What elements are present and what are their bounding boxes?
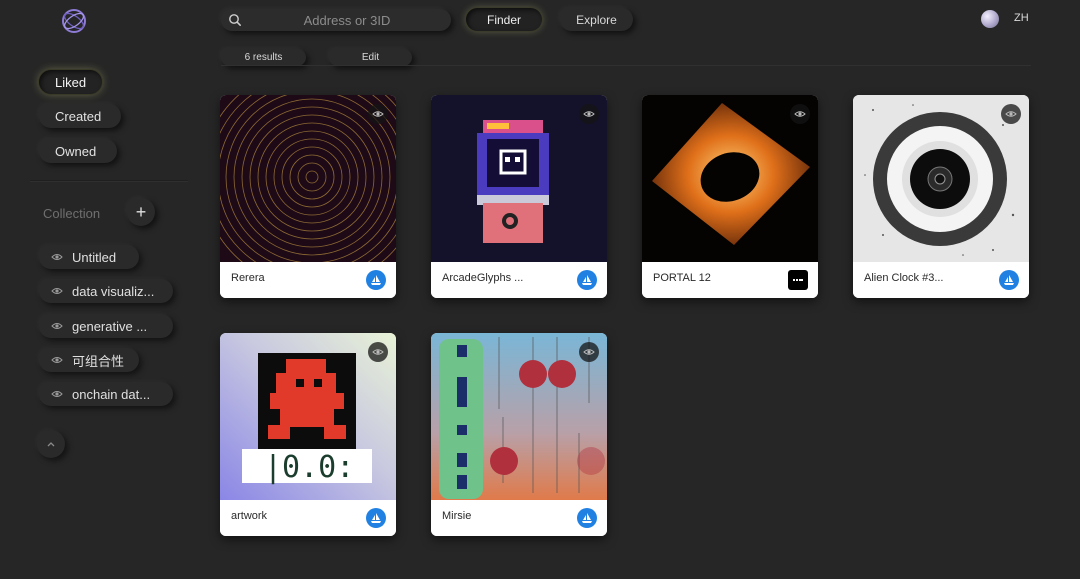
collection-item-label: onchain dat... bbox=[72, 386, 151, 402]
nft-name: PORTAL 12 bbox=[653, 272, 711, 284]
collection-item-data-visualization[interactable]: data visualiz... bbox=[39, 279, 173, 303]
collection-item-onchain-data[interactable]: onchain dat... bbox=[39, 382, 173, 406]
filter-liked[interactable]: Liked bbox=[39, 70, 102, 94]
card-footer: Alien Clock #3... bbox=[853, 262, 1029, 298]
collection-item-composability[interactable]: 可组合性 bbox=[39, 348, 139, 372]
eye-icon bbox=[372, 349, 384, 355]
eye-icon bbox=[51, 254, 63, 260]
eye-icon bbox=[583, 349, 595, 355]
opensea-icon[interactable] bbox=[999, 270, 1019, 290]
nft-card[interactable]: Rerera bbox=[220, 95, 396, 298]
add-collection-button[interactable]: + bbox=[127, 198, 155, 226]
collection-label: Collection bbox=[43, 206, 101, 221]
collection-item-label: generative ... bbox=[72, 318, 148, 334]
collapse-sidebar-button[interactable] bbox=[37, 430, 65, 458]
card-footer: Mirsie bbox=[431, 500, 607, 536]
edit-button[interactable]: Edit bbox=[329, 49, 412, 66]
language-switch[interactable]: ZH bbox=[1014, 12, 1029, 24]
card-footer: PORTAL 12 bbox=[642, 262, 818, 298]
eye-icon bbox=[372, 111, 384, 117]
nft-name: ArcadeGlyphs ... bbox=[442, 272, 524, 284]
eye-icon bbox=[51, 288, 63, 294]
dark-market-icon[interactable] bbox=[788, 270, 808, 290]
avatar[interactable] bbox=[981, 10, 999, 28]
chevron-up-icon bbox=[47, 442, 55, 447]
opensea-icon[interactable] bbox=[366, 270, 386, 290]
sidebar-divider bbox=[30, 180, 188, 182]
search-input[interactable] bbox=[249, 9, 445, 31]
nft-name: artwork bbox=[231, 510, 268, 522]
eye-icon bbox=[51, 357, 63, 363]
preview-button[interactable] bbox=[368, 104, 388, 124]
search-bar[interactable] bbox=[221, 9, 451, 31]
opensea-icon[interactable] bbox=[577, 508, 597, 528]
preview-button[interactable] bbox=[579, 104, 599, 124]
nft-card[interactable]: ArcadeGlyphs ... bbox=[431, 95, 607, 298]
preview-button[interactable] bbox=[1001, 104, 1021, 124]
eye-icon bbox=[583, 111, 595, 117]
eye-icon bbox=[51, 391, 63, 397]
eye-icon bbox=[51, 323, 63, 329]
filter-owned[interactable]: Owned bbox=[39, 139, 117, 163]
card-footer: artwork bbox=[220, 500, 396, 536]
opensea-icon[interactable] bbox=[366, 508, 386, 528]
nft-card[interactable]: |0.0: artwork bbox=[220, 333, 396, 536]
nft-name: Rerera bbox=[231, 272, 265, 284]
collection-item-generative[interactable]: generative ... bbox=[39, 314, 173, 338]
nft-card[interactable]: Mirsie bbox=[431, 333, 607, 536]
nft-name: Mirsie bbox=[442, 510, 472, 522]
nft-card[interactable]: Alien Clock #3... bbox=[853, 95, 1029, 298]
nav-explore[interactable]: Explore bbox=[560, 8, 633, 31]
collection-item-label: 可组合性 bbox=[72, 354, 125, 370]
collection-item-label: Untitled bbox=[72, 249, 117, 265]
collection-item-label: data visualiz... bbox=[72, 283, 155, 299]
app-logo[interactable] bbox=[60, 7, 88, 35]
plus-icon: + bbox=[135, 201, 147, 222]
nft-card[interactable]: PORTAL 12 bbox=[642, 95, 818, 298]
preview-button[interactable] bbox=[790, 104, 810, 124]
toolbar-divider bbox=[221, 65, 1031, 66]
preview-button[interactable] bbox=[368, 342, 388, 362]
svg-text:|0.0:: |0.0: bbox=[264, 450, 354, 485]
eye-icon bbox=[794, 111, 806, 117]
eye-icon bbox=[1005, 111, 1017, 117]
nft-name: Alien Clock #3... bbox=[864, 272, 944, 284]
card-footer: Rerera bbox=[220, 262, 396, 298]
card-footer: ArcadeGlyphs ... bbox=[431, 262, 607, 298]
opensea-icon[interactable] bbox=[577, 270, 597, 290]
collection-item-untitled[interactable]: Untitled bbox=[39, 245, 139, 269]
preview-button[interactable] bbox=[579, 342, 599, 362]
results-count: 6 results bbox=[221, 49, 306, 66]
nav-finder[interactable]: Finder bbox=[466, 8, 542, 31]
filter-created[interactable]: Created bbox=[39, 104, 121, 128]
search-icon bbox=[229, 14, 241, 26]
